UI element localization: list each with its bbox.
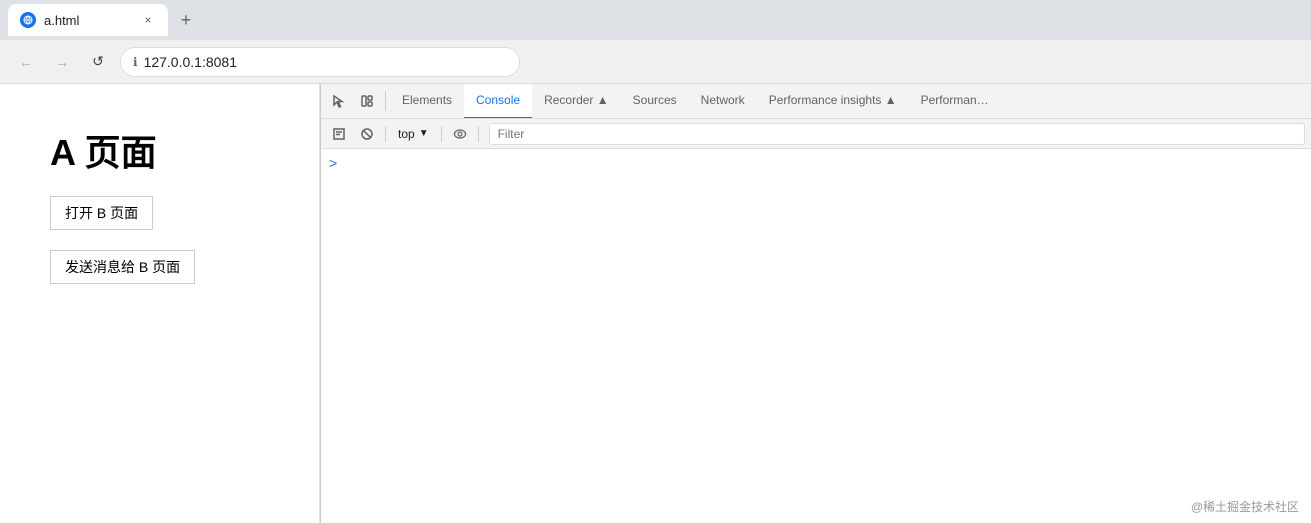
clear-console-btn[interactable]: [327, 122, 351, 146]
block-icon-btn[interactable]: [355, 122, 379, 146]
chevron-down-icon: ▼: [419, 128, 429, 139]
tab-performance[interactable]: Performan…: [909, 84, 1001, 119]
page-content: A 页面 打开 B 页面 发送消息给 B 页面: [0, 84, 320, 523]
layout-icon-btn[interactable]: [353, 87, 381, 115]
tab-performance-insights[interactable]: Performance insights ▲: [757, 84, 909, 119]
new-tab-button[interactable]: +: [172, 6, 200, 34]
forward-button[interactable]: →: [48, 48, 76, 76]
toolbar-separator-3: [478, 126, 479, 142]
filter-input[interactable]: [489, 123, 1305, 145]
eye-icon-btn[interactable]: [448, 122, 472, 146]
tab-bar: a.html × +: [0, 0, 1311, 40]
open-b-button[interactable]: 打开 B 页面: [50, 196, 153, 230]
tab-elements[interactable]: Elements: [390, 84, 464, 119]
active-tab[interactable]: a.html ×: [8, 4, 168, 36]
watermark: @稀土掘金技术社区: [1191, 498, 1299, 515]
back-button[interactable]: ←: [12, 48, 40, 76]
main-area: A 页面 打开 B 页面 发送消息给 B 页面 Elements: [0, 84, 1311, 523]
devtools-toolbar: top ▼: [321, 119, 1311, 149]
tab-separator-1: [385, 91, 386, 111]
devtools-console: >: [321, 149, 1311, 523]
page-title: A 页面: [50, 124, 269, 176]
tab-sources[interactable]: Sources: [621, 84, 689, 119]
tab-recorder[interactable]: Recorder ▲: [532, 84, 621, 119]
address-bar-input[interactable]: ℹ 127.0.0.1:8081: [120, 47, 520, 77]
devtools-tab-bar: Elements Console Recorder ▲ Sources Netw…: [321, 84, 1311, 119]
toolbar-separator-1: [385, 126, 386, 142]
tab-console[interactable]: Console: [464, 84, 532, 119]
tab-favicon: [20, 12, 36, 28]
address-bar: ← → ↺ ℹ 127.0.0.1:8081: [0, 40, 1311, 84]
toolbar-separator-2: [441, 126, 442, 142]
browser-chrome: a.html × + ← → ↺ ℹ 127.0.0.1:8081: [0, 0, 1311, 84]
context-label: top: [398, 127, 415, 141]
tab-close-button[interactable]: ×: [140, 12, 156, 28]
tab-network[interactable]: Network: [689, 84, 757, 119]
cursor-icon-btn[interactable]: [325, 87, 353, 115]
tab-title: a.html: [44, 13, 132, 28]
context-selector[interactable]: top ▼: [392, 125, 435, 143]
url-display: 127.0.0.1:8081: [144, 54, 237, 70]
send-message-button[interactable]: 发送消息给 B 页面: [50, 250, 195, 284]
lock-icon: ℹ: [133, 55, 138, 69]
console-prompt[interactable]: >: [329, 153, 1303, 173]
devtools-panel: Elements Console Recorder ▲ Sources Netw…: [320, 84, 1311, 523]
reload-button[interactable]: ↺: [84, 48, 112, 76]
